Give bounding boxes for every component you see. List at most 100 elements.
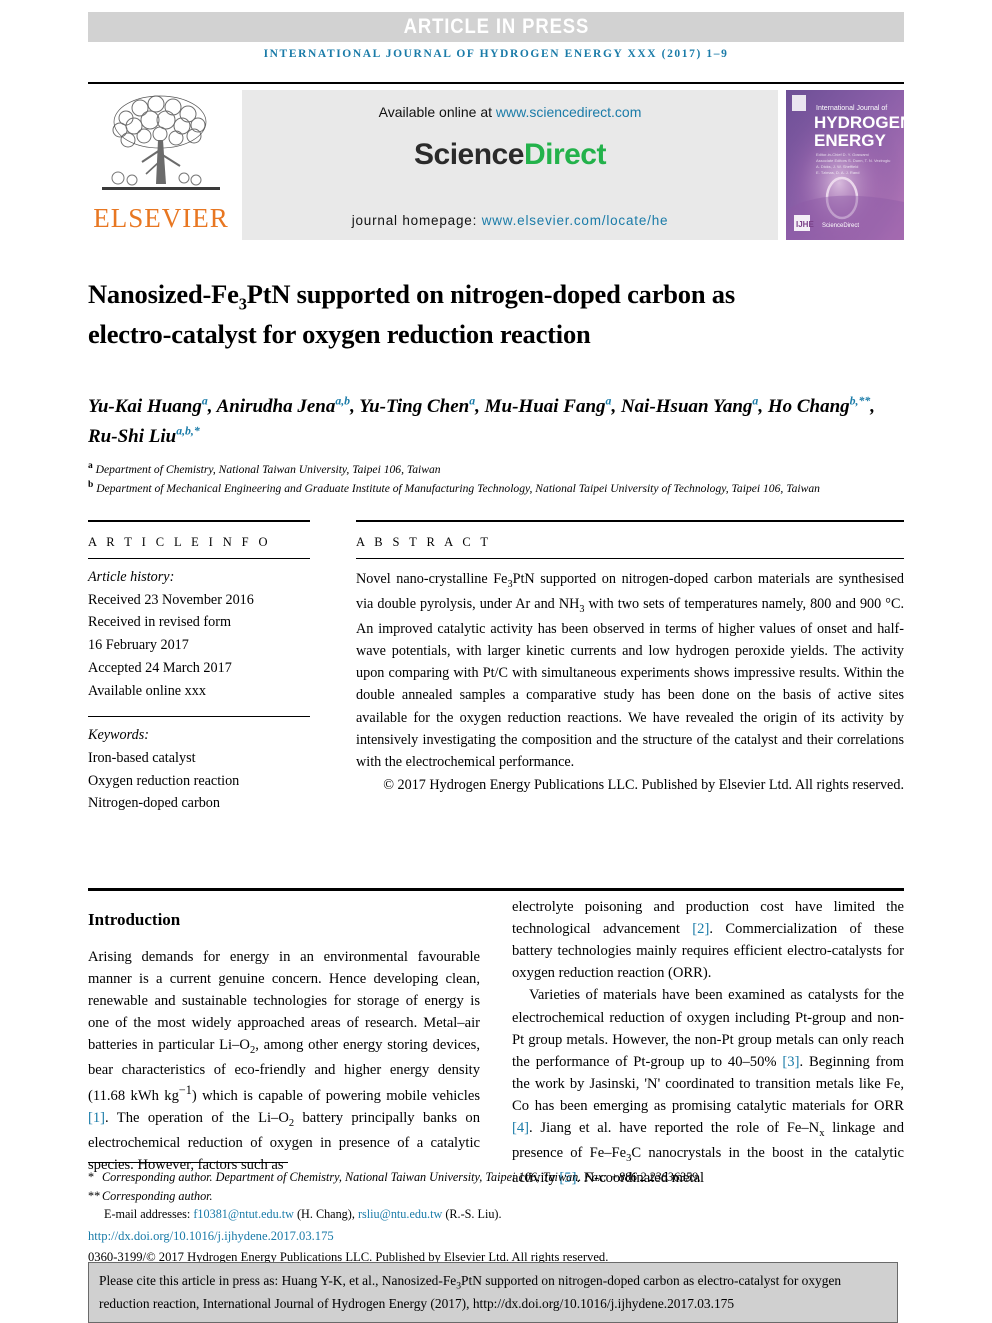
affiliation-item: b Department of Mechanical Engineering a… [88, 478, 878, 497]
author-affil-mark: a [752, 394, 759, 408]
article-history-block: Article history: Received 23 November 20… [88, 559, 310, 702]
author-name[interactable]: Yu-Kai Huang [88, 396, 202, 417]
body-column-right: electrolyte poisoning and production cos… [512, 896, 904, 1189]
svg-text:HYDROGEN: HYDROGEN [814, 113, 904, 132]
svg-text:IJHE: IJHE [796, 220, 814, 229]
sciencedirect-url-link[interactable]: www.sciencedirect.com [496, 104, 642, 120]
journal-running-head: INTERNATIONAL JOURNAL OF HYDROGEN ENERGY… [263, 48, 729, 60]
author-name[interactable]: Mu-Huai Fang [485, 396, 606, 417]
author-name[interactable]: Nai-Hsuan Yang [621, 396, 752, 417]
keyword-item: Nitrogen-doped carbon [88, 795, 220, 812]
email-link-liu[interactable]: rsliu@ntu.edu.tw [358, 1207, 442, 1221]
sciencedirect-logo-direct: Direct [523, 138, 607, 171]
author-name[interactable]: Yu-Ting Chen [359, 396, 469, 417]
keyword-item: Oxygen reduction reaction [88, 772, 240, 789]
affiliation-item: a Department of Chemistry, National Taiw… [88, 459, 878, 478]
article-history-item: 16 February 2017 [88, 637, 189, 654]
affiliation-list: a Department of Chemistry, National Taiw… [88, 459, 878, 498]
journal-cover-image: International Journal of HYDROGEN ENERGY… [786, 90, 904, 240]
author-name[interactable]: Ho Chang [768, 396, 850, 417]
author-name[interactable]: Ru-Shi Liu [88, 426, 176, 447]
citation-ref-2[interactable]: [2] [692, 921, 709, 937]
footnote-emails: E-mail addresses: f10381@ntut.edu.tw (H.… [104, 1207, 502, 1222]
author-affil-mark: a,b [335, 394, 351, 408]
title-line3: reaction [499, 318, 591, 349]
citation-ref-3[interactable]: [3] [782, 1054, 799, 1070]
abstract-part1: Novel nano-crystalline Fe [356, 571, 508, 587]
sciencedirect-panel: Available online at www.sciencedirect.co… [242, 90, 778, 240]
page-title: Nanosized-Fe3PtN supported on nitrogen-d… [88, 276, 788, 353]
svg-text:A. Dicks, J. W. Sheffield: A. Dicks, J. W. Sheffield [816, 164, 858, 169]
citation-ref-4[interactable]: [4] [512, 1120, 529, 1136]
article-history-item: Accepted 24 March 2017 [88, 659, 232, 676]
author-affil-mark: a [469, 394, 476, 408]
sciencedirect-logo-science: Science [414, 138, 524, 171]
affiliation-mark: a [88, 461, 93, 471]
affiliation-text: Department of Mechanical Engineering and… [96, 482, 820, 496]
svg-text:International Journal of: International Journal of [816, 105, 887, 112]
journal-homepage-link[interactable]: www.elsevier.com/locate/he [482, 213, 669, 228]
title-line1-b: PtN supported on nitrogen-doped [246, 278, 621, 309]
article-history-item: Received 23 November 2016 [88, 591, 254, 608]
article-history-item: Available online xxx [88, 682, 206, 699]
footnote-corresponding-label-1: Corresponding author. Department of Chem… [102, 1170, 701, 1184]
abstract-part3: with two sets of temperatures namely, 80… [356, 595, 904, 770]
body-top-rule [88, 888, 904, 891]
abstract-copyright: © 2017 Hydrogen Energy Publications LLC.… [383, 777, 904, 794]
citation-ref-1[interactable]: [1] [88, 1110, 105, 1126]
footnote-rule [88, 1162, 288, 1163]
elsevier-logo: ELSEVIER [88, 90, 234, 240]
journal-masthead: ELSEVIER Available online at www.science… [88, 82, 904, 242]
author-name[interactable]: Anirudha Jena [217, 396, 336, 417]
body-column-left: Introduction Arising demands for energy … [88, 896, 480, 1176]
affiliation-text: Department of Chemistry, National Taiwan… [95, 462, 441, 476]
author-affil-mark: b,** [849, 394, 871, 408]
intro-left-c: ) which is capable of powering mobile ve… [191, 1088, 480, 1105]
sciencedirect-logo[interactable]: ScienceDirect [414, 138, 606, 172]
email-owner-liu: (R.-S. Liu) [445, 1207, 499, 1222]
keywords-block: Keywords: Iron-based catalyst Oxygen red… [88, 717, 310, 815]
journal-homepage-line: journal homepage: www.elsevier.com/locat… [242, 213, 778, 228]
article-in-press-label: ARTICLE IN PRESS [403, 15, 589, 38]
email-addresses-label: E-mail addresses: [104, 1207, 191, 1222]
title-subscript-3: 3 [238, 294, 247, 314]
svg-text:E. Tzimas, D. A. J. Rand: E. Tzimas, D. A. J. Rand [816, 170, 860, 175]
svg-text:Associate Editors S. Dunn, T.: Associate Editors S. Dunn, T. N. Vezirog… [816, 158, 890, 163]
elsevier-tree-icon [102, 95, 220, 190]
journal-homepage-label: journal homepage: [351, 213, 478, 228]
doi-link[interactable]: http://dx.doi.org/10.1016/j.ijhydene.201… [88, 1224, 904, 1246]
article-history-item: Received in revised form [88, 614, 232, 631]
intro-paragraph-left: Arising demands for energy in an environ… [88, 946, 480, 1176]
author-affil-mark: a,b,* [176, 424, 200, 438]
article-in-press-banner: ARTICLE IN PRESS [88, 12, 904, 42]
article-info-column: A R T I C L E I N F O Article history: R… [88, 520, 310, 815]
svg-text:Editor-in-Chief D. Y. Goswami: Editor-in-Chief D. Y. Goswami [816, 152, 869, 157]
article-history-label: Article history: [88, 569, 175, 585]
intro-paragraph-right-2: Varieties of materials have been examine… [512, 984, 904, 1188]
intro-left-sup-1: −1 [178, 1083, 192, 1098]
affiliation-mark: b [88, 480, 94, 491]
available-online-label: Available online at [378, 104, 492, 120]
keywords-label: Keywords: [88, 727, 149, 744]
author-list: Yu-Kai Huanga, Anirudha Jenaa,b, Yu-Ting… [88, 394, 875, 448]
email-link-chang[interactable]: f10381@ntut.edu.tw [193, 1207, 294, 1221]
svg-text:ScienceDirect: ScienceDirect [822, 223, 859, 229]
title-line1-a: Nanosized-Fe [88, 278, 239, 309]
footnote-corresponding-1: * Corresponding author. Department of Che… [88, 1168, 904, 1187]
intro-paragraph-right-1: electrolyte poisoning and production cos… [512, 896, 904, 984]
footnote-corresponding-label-2: Corresponding author. [102, 1188, 213, 1203]
email-owner-chang: (H. Chang) [297, 1207, 352, 1222]
cite-part1: Please cite this article in press as: Hu… [99, 1273, 457, 1288]
elsevier-wordmark: ELSEVIER [93, 203, 229, 233]
abstract-heading: A B S T R A C T [356, 535, 492, 549]
abstract-column: A B S T R A C T Novel nano-crystalline F… [356, 520, 904, 794]
svg-text:ENERGY: ENERGY [814, 131, 886, 150]
cite-this-article-box: Please cite this article in press as: Hu… [88, 1262, 898, 1323]
abstract-text: Novel nano-crystalline Fe3PtN supported … [356, 559, 904, 773]
footnote-corresponding-2: ** Corresponding author. [88, 1187, 904, 1206]
footnote-star-mark: * [88, 1170, 95, 1184]
section-heading-introduction: Introduction [88, 910, 181, 929]
intro-right-2c: . Jiang et al. have reported the role of… [529, 1120, 820, 1137]
footnote-block: * Corresponding author. Department of Che… [88, 1168, 904, 1267]
journal-cover-thumbnail: International Journal of HYDROGEN ENERGY… [786, 90, 904, 240]
